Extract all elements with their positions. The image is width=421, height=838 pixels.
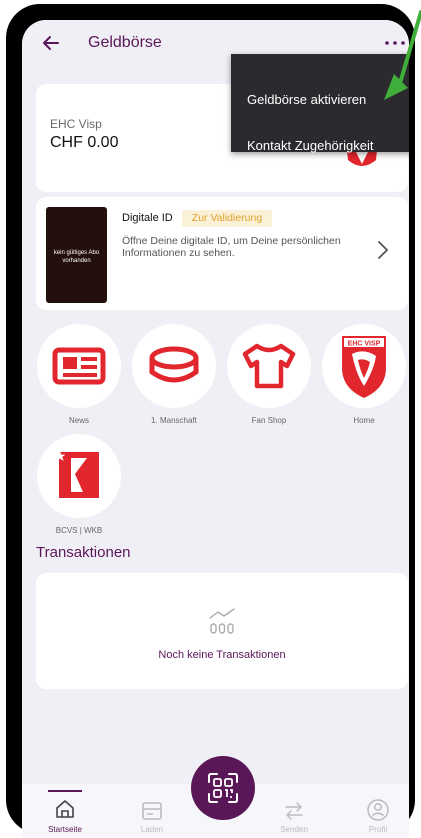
shortcut-bcvs[interactable]: BCVS | WKB xyxy=(35,434,123,535)
shortcut-bcvs-label: BCVS | WKB xyxy=(55,526,103,535)
qr-scan-button[interactable] xyxy=(191,756,255,820)
nav-label-home: Startseite xyxy=(48,825,82,834)
shortcut-first-team[interactable]: 1. Manschaft xyxy=(130,324,218,425)
validation-badge: Zur Validierung xyxy=(182,210,272,227)
id-thumbnail-text: kein gültiges Abo vorhanden xyxy=(53,250,100,264)
screen: Geldbörse EHC Visp CHF 0.00 Geldbörse ak… xyxy=(22,20,409,838)
nav-label-profile: Profil xyxy=(368,825,388,834)
qr-code-icon xyxy=(208,773,238,803)
id-thumbnail: kein gültiges Abo vorhanden xyxy=(46,207,107,303)
tshirt-icon xyxy=(242,343,296,389)
shortcut-home[interactable]: EHC VISP Home xyxy=(320,324,408,425)
home-logo-text: EHC VISP xyxy=(348,341,381,348)
shortcut-news-label: News xyxy=(68,416,89,425)
digital-id-card[interactable]: kein gültiges Abo vorhanden Digitale ID … xyxy=(36,197,408,310)
shortcut-first-team-label: 1. Manschaft xyxy=(151,416,197,425)
shortcut-home-circle: EHC VISP xyxy=(322,324,406,408)
nav-label-send: Senden xyxy=(280,825,308,834)
menu-item-contact-affiliation[interactable]: Kontakt Zugehörigkeit xyxy=(247,138,373,153)
nav-label-load: Laden xyxy=(140,825,164,834)
nav-active-indicator xyxy=(48,790,82,792)
ehc-visp-logo: EHC VISP xyxy=(342,336,386,398)
shortcut-first-team-circle xyxy=(132,324,216,408)
wallet-icon xyxy=(142,802,162,820)
digital-id-title: Digitale ID xyxy=(122,212,173,224)
shortcut-home-label: Home xyxy=(353,416,375,425)
shortcut-bcvs-circle xyxy=(37,434,121,518)
newspaper-icon xyxy=(52,347,106,385)
shortcut-news-circle xyxy=(37,324,121,408)
digital-id-description: Öffne Deine digitale ID, um Deine persön… xyxy=(122,235,341,259)
bcvs-logo xyxy=(54,450,99,498)
shortcut-fan-shop-label: Fan Shop xyxy=(251,416,287,425)
transfer-icon xyxy=(285,802,303,820)
transactions-card: Noch keine Transaktionen xyxy=(36,573,408,689)
chevron-right-icon xyxy=(378,241,389,259)
transactions-title: Transaktionen xyxy=(36,544,131,561)
green-arrow-annotation xyxy=(384,10,421,100)
transactions-empty-text: Noch keine Transaktionen xyxy=(158,649,286,661)
hockey-puck-icon xyxy=(149,346,199,383)
profile-icon xyxy=(367,799,389,821)
shortcut-fan-shop-circle xyxy=(227,324,311,408)
shortcut-fan-shop[interactable]: Fan Shop xyxy=(225,324,313,425)
home-icon xyxy=(56,800,74,818)
shortcut-news[interactable]: News xyxy=(35,324,123,425)
chart-trend-icon xyxy=(209,608,235,634)
bottom-nav: Startseite Laden Senden Profil xyxy=(22,756,409,838)
